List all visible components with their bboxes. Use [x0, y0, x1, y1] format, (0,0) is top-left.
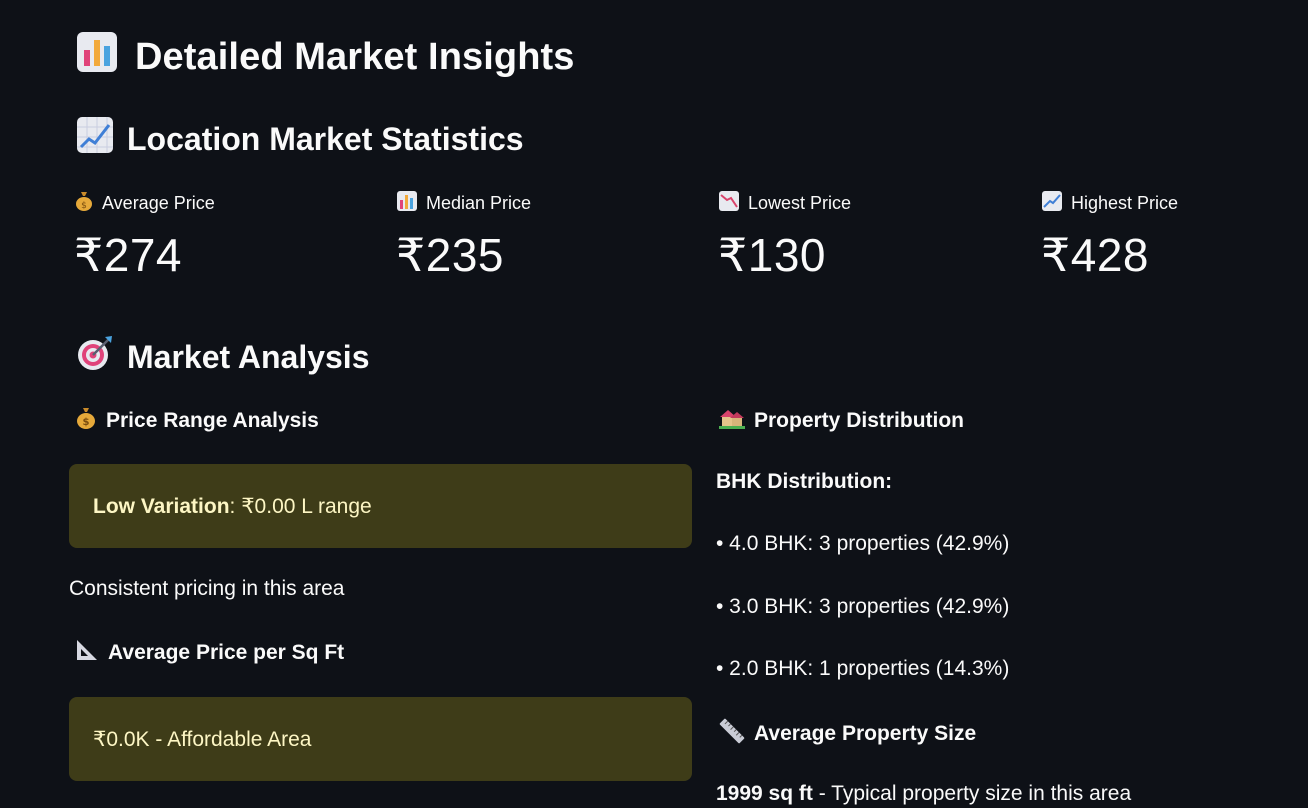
metric-label: Median Price — [426, 192, 532, 213]
bhk-item: • 3.0 BHK: 3 properties (42.9%) — [716, 595, 1010, 618]
chart-decreasing-icon — [718, 190, 740, 217]
bhk-item: • 4.0 BHK: 3 properties (42.9%) — [716, 532, 1010, 555]
price-sqft-text: ₹0.0K - Affordable Area — [93, 727, 312, 751]
page-title: Detailed Market Insights — [135, 35, 575, 78]
average-size-note: - Typical property size in this area — [812, 782, 1132, 805]
metric-label: Lowest Price — [748, 192, 852, 213]
svg-text:$: $ — [81, 201, 87, 211]
distribution-heading: Property Distribution — [754, 409, 965, 432]
metric-highest-price: Highest Price ₹428 — [1041, 188, 1178, 282]
money-bag-icon: $ — [75, 406, 97, 436]
variation-label: Low Variation — [93, 494, 230, 518]
stats-heading: Location Market Statistics — [127, 120, 524, 157]
target-icon — [75, 333, 115, 381]
page-title-row: Detailed Market Insights — [75, 30, 575, 84]
triangular-ruler-icon — [75, 638, 99, 668]
price-sqft-heading-row: Average Price per Sq Ft — [75, 638, 344, 668]
price-range-heading: Price Range Analysis — [106, 409, 319, 432]
average-size-text: 1999 sq ft - Typical property size in th… — [716, 782, 1131, 806]
metric-label: Average Price — [102, 192, 215, 213]
bhk-item: • 2.0 BHK: 1 properties (14.3%) — [716, 657, 1010, 680]
metric-value: ₹428 — [1041, 229, 1150, 281]
size-heading-row: Average Property Size — [719, 718, 976, 750]
bar-chart-icon — [396, 190, 418, 217]
analysis-heading-row: Market Analysis — [75, 333, 369, 381]
average-size-value: 1999 sq ft — [716, 782, 813, 805]
chart-increasing-icon — [75, 115, 115, 163]
price-range-note: Consistent pricing in this area — [69, 577, 345, 600]
price-sqft-heading: Average Price per Sq Ft — [108, 641, 345, 664]
metric-lowest-price: Lowest Price ₹130 — [718, 188, 851, 282]
analysis-heading: Market Analysis — [127, 338, 370, 375]
chart-increasing-icon — [1041, 190, 1063, 217]
price-range-heading-row: $ Price Range Analysis — [75, 406, 319, 436]
stats-heading-row: Location Market Statistics — [75, 115, 524, 163]
ruler-icon — [719, 718, 745, 750]
metric-label: Highest Price — [1071, 192, 1179, 213]
metric-median-price: Median Price ₹235 — [396, 188, 531, 282]
metric-value: ₹235 — [396, 229, 505, 281]
metric-value: ₹274 — [74, 229, 183, 281]
distribution-heading-row: Property Distribution — [719, 406, 964, 436]
metric-value: ₹130 — [718, 229, 827, 281]
price-variation-alert: Low Variation: ₹0.00 L range — [69, 464, 692, 548]
money-bag-icon: $ — [74, 190, 94, 217]
bar-chart-icon — [75, 30, 119, 84]
bhk-distribution-title: BHK Distribution: — [716, 470, 893, 493]
svg-text:$: $ — [83, 417, 90, 428]
size-heading: Average Property Size — [754, 722, 977, 745]
price-sqft-alert: ₹0.0K - Affordable Area — [69, 697, 692, 781]
houses-icon — [719, 406, 745, 436]
metric-average-price: $ Average Price ₹274 — [74, 188, 215, 282]
variation-range: : ₹0.00 L range — [229, 494, 372, 518]
